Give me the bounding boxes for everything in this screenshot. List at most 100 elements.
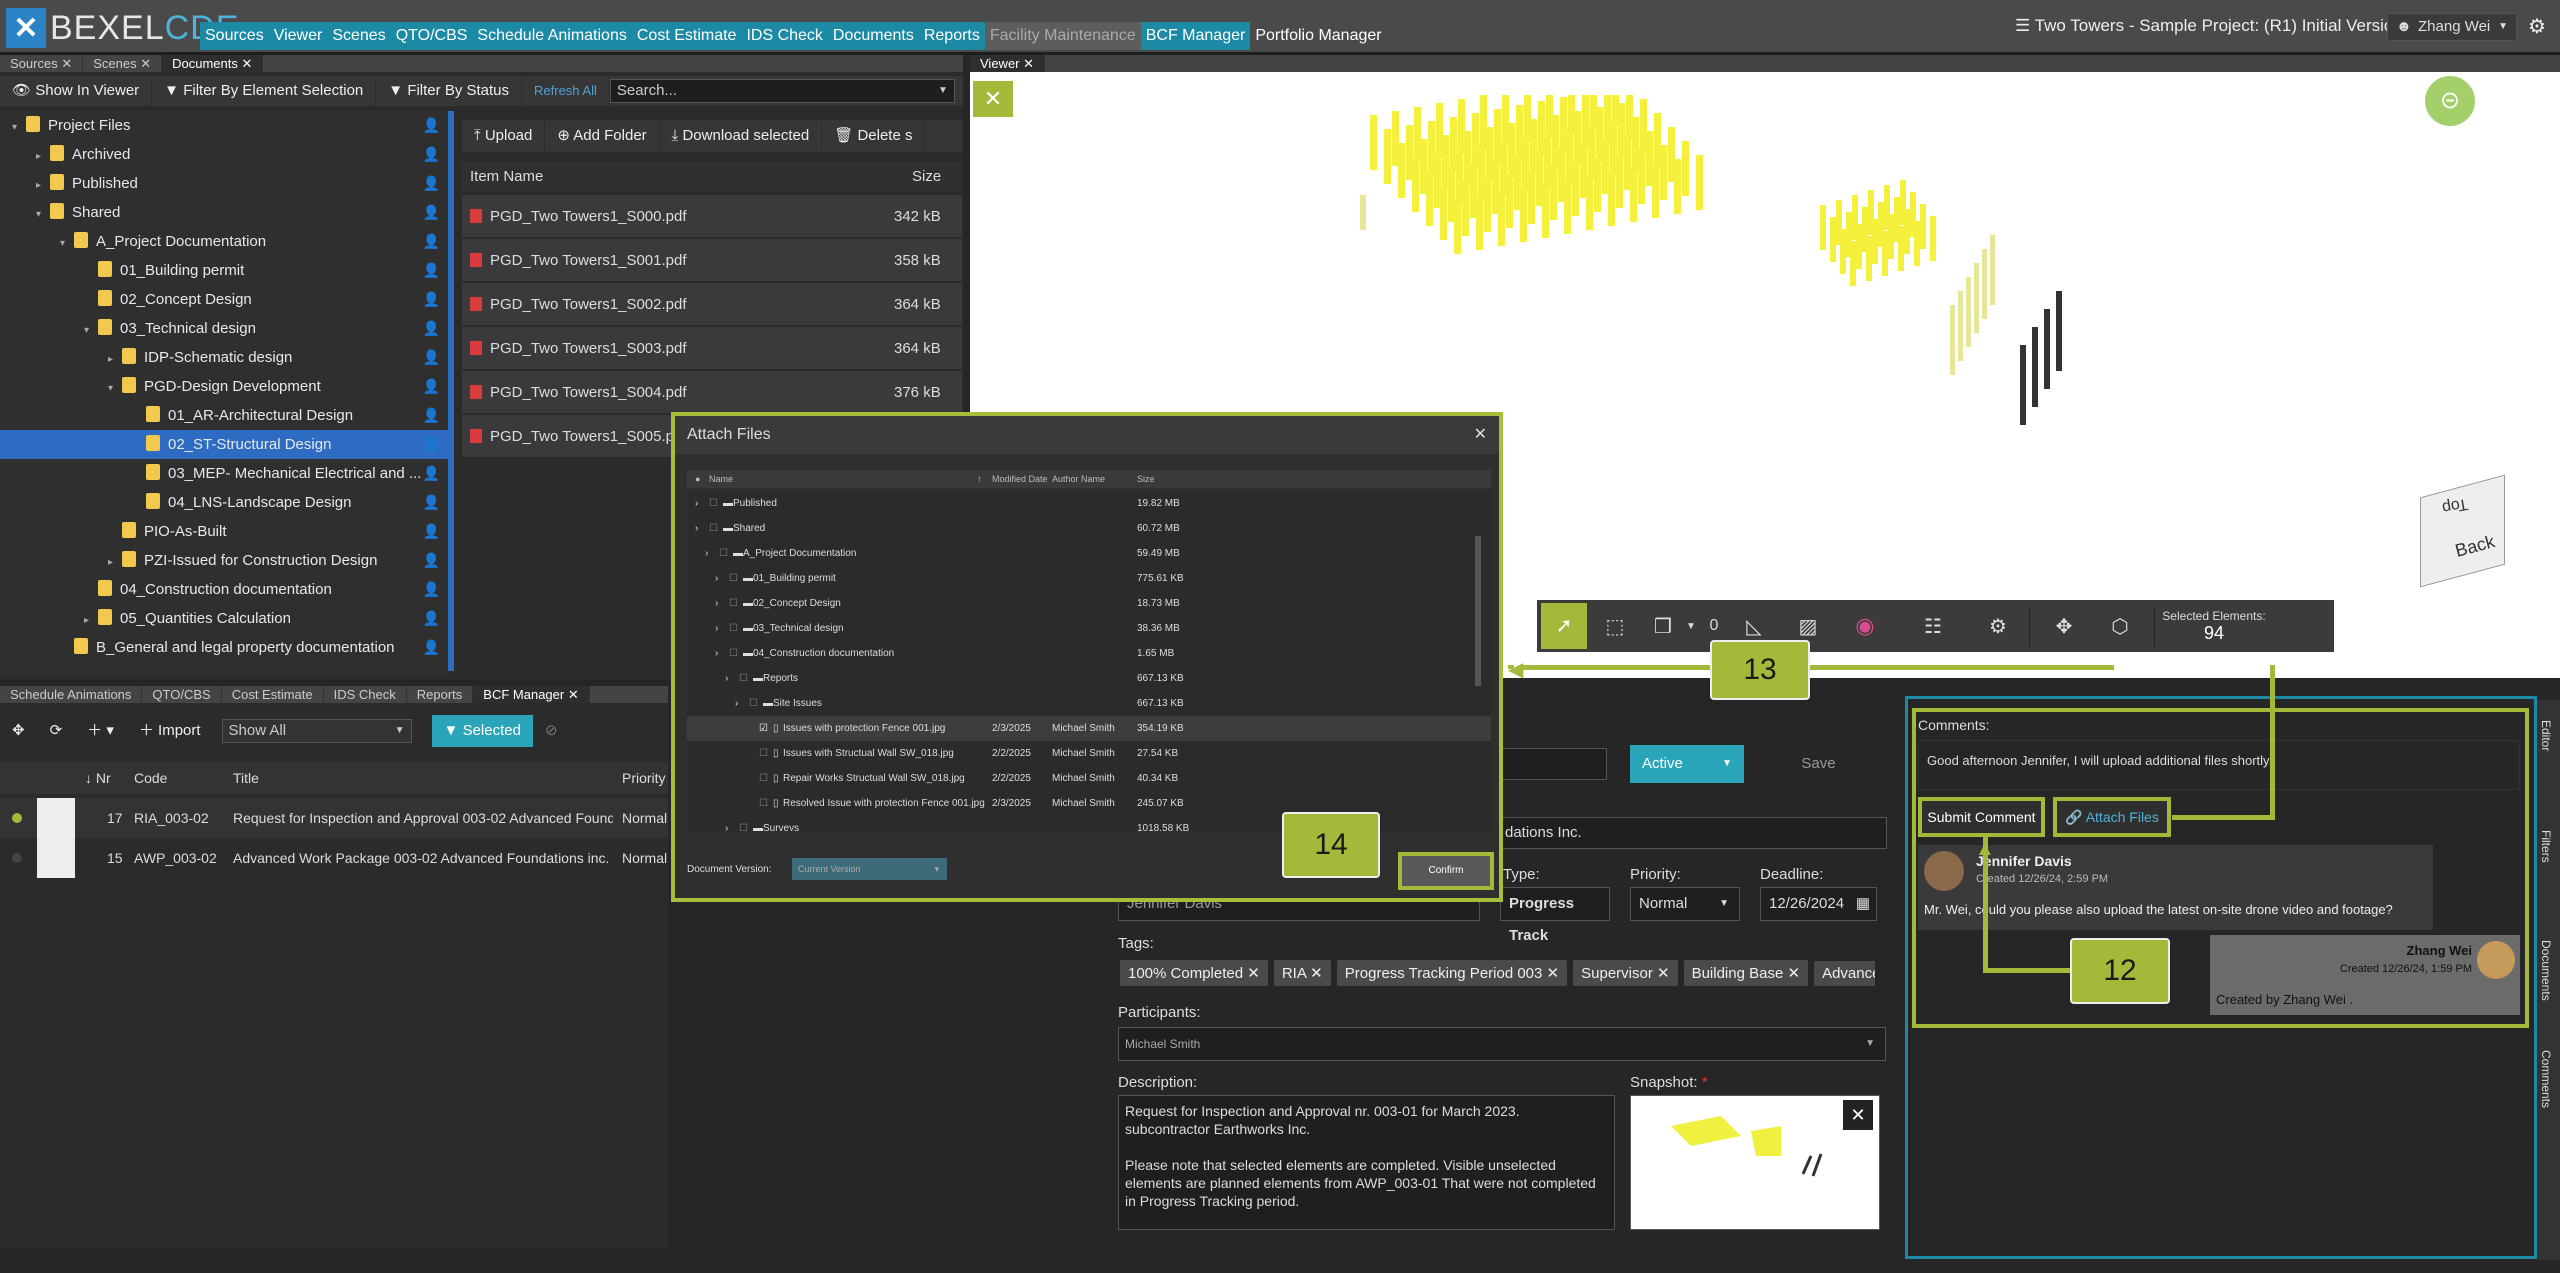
project-title[interactable]: ☰ Two Towers - Sample Project: (R1) Init… xyxy=(2015,16,2403,36)
user-icon[interactable]: 👤 xyxy=(423,459,440,488)
checkbox[interactable]: ☐ xyxy=(759,741,768,766)
tab-qto-cbs[interactable]: QTO/CBS xyxy=(142,686,222,703)
tree-item[interactable]: 04_LNS-Landscape Design 👤 xyxy=(0,488,448,517)
checkbox[interactable]: ☐ xyxy=(719,541,728,566)
user-icon[interactable]: 👤 xyxy=(423,401,440,430)
caret-right-icon[interactable]: ▸ xyxy=(36,142,50,171)
select-tool-icon[interactable]: ➚ xyxy=(1541,603,1587,649)
remove-tag-icon[interactable]: ✕ xyxy=(1783,965,1800,982)
caret-down-icon[interactable]: ▾ xyxy=(108,374,122,403)
dialog-tree-row[interactable]: › ☐ ▬ Site Issues 667.13 KB xyxy=(687,691,1491,716)
caret-down-icon[interactable]: ▾ xyxy=(12,113,26,142)
remove-tag-icon[interactable]: ✕ xyxy=(1243,965,1260,982)
priority-select[interactable]: Normal ▼ xyxy=(1630,887,1740,921)
tree-item[interactable]: 01_Building permit 👤 xyxy=(0,256,448,285)
tab-bcf-manager[interactable]: BCF Manager ✕ xyxy=(473,686,590,703)
tag-chip[interactable]: RIA ✕ xyxy=(1273,960,1331,986)
show-in-viewer-button[interactable]: 👁 Show In Viewer xyxy=(0,77,153,105)
checkbox[interactable]: ☐ xyxy=(749,691,758,716)
attach-files-button[interactable]: 🔗 Attach Files xyxy=(2053,797,2171,837)
col-size[interactable]: Size xyxy=(1137,470,1155,488)
tree-item[interactable]: ▾ 03_Technical design 👤 xyxy=(0,314,448,343)
user-icon[interactable]: 👤 xyxy=(423,633,440,662)
doc-version-select[interactable]: Current Version ▾ xyxy=(792,858,947,880)
filter-selection-button[interactable]: ▼ Filter By Element Selection xyxy=(152,77,377,105)
dialog-tree-row[interactable]: ☐ ▯ Repair Works Structual Wall SW_018.jpg… xyxy=(687,766,1491,791)
file-row[interactable]: PGD_Two Towers1_S000.pdf 342 kB xyxy=(462,195,962,238)
user-icon[interactable]: 👤 xyxy=(423,546,440,575)
caret-right-icon[interactable]: ▸ xyxy=(108,345,122,374)
tab-scenes[interactable]: Scenes ✕ xyxy=(83,55,163,72)
tree-item[interactable]: ▸ 05_Quantities Calculation 👤 xyxy=(0,604,448,633)
dialog-tree-row[interactable]: › ☐ ▬ Reports 667.13 KB xyxy=(687,666,1491,691)
caret-icon[interactable]: › xyxy=(715,641,718,666)
side-tab-comments[interactable]: Comments xyxy=(2539,1050,2553,1108)
sort-icon[interactable]: ↑ xyxy=(977,470,982,488)
menu-item-facility-maintenance[interactable]: Facility Maintenance xyxy=(984,22,1141,50)
user-icon[interactable]: 👤 xyxy=(423,314,440,343)
checkbox[interactable]: ☐ xyxy=(759,791,768,816)
col-code[interactable]: Code xyxy=(134,762,167,794)
tree-item[interactable]: ▸ Archived 👤 xyxy=(0,140,448,169)
refresh-all-button[interactable]: Refresh All xyxy=(522,77,610,105)
dialog-tree-row[interactable]: › ☐ ▬ Published 19.82 MB xyxy=(687,491,1491,516)
menu-item-portfolio-manager[interactable]: Portfolio Manager xyxy=(1250,22,1386,50)
user-icon[interactable]: 👤 xyxy=(423,488,440,517)
user-icon[interactable]: 👤 xyxy=(423,517,440,546)
file-row[interactable]: PGD_Two Towers1_S002.pdf 364 kB xyxy=(462,283,962,326)
tree-item[interactable]: ▸ Published 👤 xyxy=(0,169,448,198)
caret-icon[interactable]: › xyxy=(715,616,718,641)
menu-item-ids-check[interactable]: IDS Check xyxy=(741,22,828,50)
user-icon[interactable]: 👤 xyxy=(423,256,440,285)
file-row[interactable]: PGD_Two Towers1_S004.pdf 376 kB xyxy=(462,371,962,414)
remove-tag-icon[interactable]: ✕ xyxy=(1653,965,1670,982)
checkbox[interactable]: ☐ xyxy=(729,591,738,616)
tree-item[interactable]: 02_ST-Structural Design 👤 xyxy=(0,430,448,459)
search-input[interactable]: Search... ▼ xyxy=(609,79,955,103)
refresh-icon[interactable]: ⟳ xyxy=(38,717,76,745)
remove-tag-icon[interactable]: ✕ xyxy=(1542,965,1560,982)
checkbox[interactable]: ☐ xyxy=(709,516,718,541)
status-select[interactable]: Active ▼ xyxy=(1630,745,1744,783)
add-folder-button[interactable]: ⊕ Add Folder xyxy=(545,122,660,150)
tag-chip[interactable]: 100% Completed ✕ xyxy=(1120,960,1268,986)
view-cube[interactable]: Top Back xyxy=(2410,474,2520,588)
tab-reports[interactable]: Reports xyxy=(407,686,474,703)
link-icon[interactable]: ⊝ xyxy=(2425,76,2475,126)
caret-icon[interactable]: › xyxy=(725,666,728,691)
deadline-field[interactable]: 12/26/2024 ▦ xyxy=(1760,887,1877,921)
tab-ids-check[interactable]: IDS Check xyxy=(324,686,407,703)
remove-tag-icon[interactable]: ✕ xyxy=(1306,965,1323,982)
caret-down-icon[interactable]: ▾ xyxy=(60,229,74,258)
type-field[interactable]: Progress Track xyxy=(1500,887,1610,944)
tree-item[interactable]: ▸ IDP-Schematic design 👤 xyxy=(0,343,448,372)
tag-chip[interactable]: Building Base ✕ xyxy=(1683,960,1809,986)
tree-item[interactable]: ▾ Project Files 👤 xyxy=(0,111,448,140)
expand-icon[interactable]: ✥ xyxy=(0,717,38,745)
box-select-icon[interactable]: ⬚ xyxy=(1587,614,1643,639)
close-icon[interactable]: ✕ xyxy=(58,56,72,71)
tab-viewer[interactable]: Viewer ✕ xyxy=(970,55,1046,72)
dialog-tree-row[interactable]: › ☐ ▬ 03_Technical design 38.36 MB xyxy=(687,616,1491,641)
show-all-select[interactable]: Show All ▼ xyxy=(221,719,412,743)
color-wheel-icon[interactable]: ◉ xyxy=(1837,613,1893,639)
settings-icon[interactable]: ⚙ xyxy=(1973,614,2023,639)
dialog-scrollbar[interactable] xyxy=(1475,536,1481,686)
col-priority[interactable]: Priority xyxy=(622,762,666,794)
caret-right-icon[interactable]: ▸ xyxy=(36,171,50,200)
caret-icon[interactable]: › xyxy=(735,691,738,716)
dialog-tree-row[interactable]: › ☐ ▬ 04_Construction documentation 1.65 MB xyxy=(687,641,1491,666)
tab-documents[interactable]: Documents ✕ xyxy=(162,55,264,72)
snapshot-image[interactable]: ✕ xyxy=(1630,1095,1880,1230)
tag-chip[interactable]: Supervisor ✕ xyxy=(1573,960,1678,986)
col-author[interactable]: Author Name xyxy=(1052,470,1105,488)
checkbox[interactable]: ☐ xyxy=(739,666,748,691)
close-icon[interactable]: ✕ xyxy=(564,687,579,702)
user-icon[interactable]: 👤 xyxy=(423,285,440,314)
user-icon[interactable]: 👤 xyxy=(423,140,440,169)
menu-item-reports[interactable]: Reports xyxy=(918,22,985,50)
menu-item-qto-cbs[interactable]: QTO/CBS xyxy=(390,22,473,50)
user-menu-button[interactable]: ☻ Zhang Wei ▼ xyxy=(2387,13,2517,41)
caret-down-icon[interactable]: ▾ xyxy=(36,200,50,229)
delete-button[interactable]: 🗑 Delete s xyxy=(822,122,926,150)
